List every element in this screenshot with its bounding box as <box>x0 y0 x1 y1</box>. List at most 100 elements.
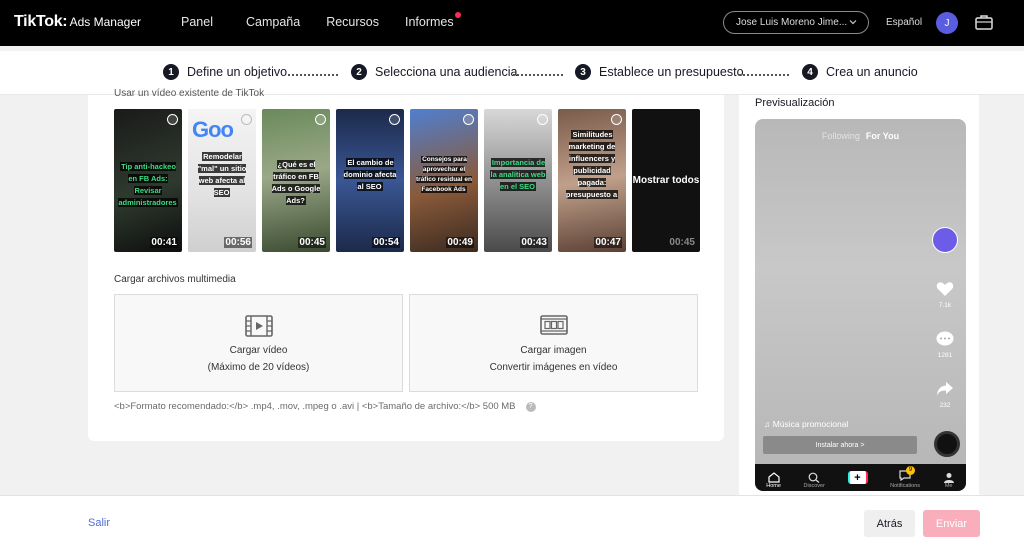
video-thumbnail[interactable]: ¿Qué es el tráfico en FB Ads o Google Ad… <box>262 109 330 252</box>
upload-image-label: Cargar imagen <box>520 345 587 356</box>
comment-button: 1281 <box>932 331 958 359</box>
account-name: Jose Luis Moreno Jime... <box>736 17 848 28</box>
upload-video-label: Cargar vídeo <box>229 345 288 356</box>
step-audience[interactable]: 2 Selecciona una audiencia <box>351 64 517 80</box>
tab-following: Following <box>821 131 860 141</box>
like-button: 7.1k <box>932 281 958 309</box>
nav-informes[interactable]: Informes <box>404 12 461 29</box>
select-radio[interactable] <box>537 114 548 125</box>
tab-notifications-label: Notifications <box>890 483 921 489</box>
music-disc-icon <box>934 431 960 457</box>
comment-count: 1281 <box>937 352 953 359</box>
video-thumbnail[interactable]: Importancia de la analítica web en el SE… <box>484 109 552 252</box>
phone-preview: Following For You 7.1k 1281 232 ♫ Música … <box>755 119 966 491</box>
thumbnail-caption: Similitudes marketing de influencers y p… <box>565 130 619 199</box>
step-number: 3 <box>575 64 591 80</box>
tab-create: + <box>847 471 868 489</box>
step-ad[interactable]: 4 Crea un anuncio <box>802 64 918 80</box>
select-radio[interactable] <box>167 114 178 125</box>
video-thumbnail[interactable]: Similitudes marketing de influencers y p… <box>558 109 626 252</box>
help-icon[interactable]: ? <box>525 401 536 412</box>
step-number: 2 <box>351 64 367 80</box>
search-icon <box>808 472 820 483</box>
like-count: 7.1k <box>938 302 952 309</box>
briefcase-icon[interactable] <box>974 12 994 32</box>
main-nav: Panel Campaña Recursos Informes <box>181 12 461 29</box>
thumbnail-caption: Tip anti-hackeo en FB Ads: Revisar admin… <box>118 162 178 207</box>
video-thumbnail[interactable]: Goo Remodelar "mal" un sitio web afecta … <box>188 109 256 252</box>
top-navbar: TikTok: Ads Manager Panel Campaña Recurs… <box>0 0 1024 46</box>
thumbnail-caption: Importancia de la analítica web en el SE… <box>490 158 546 191</box>
tab-home-label: Home <box>766 483 781 489</box>
upload-image-hint: Convertir imágenes en vídeo <box>489 362 618 373</box>
share-count: 232 <box>939 402 951 409</box>
media-card: Usar un vídeo existente de TikTok Tip an… <box>88 88 724 441</box>
upload-video-hint: (Máximo de 20 vídeos) <box>207 362 310 373</box>
thumbnail-caption: El cambio de dominio afecta al SEO <box>343 158 397 191</box>
select-radio[interactable] <box>611 114 622 125</box>
person-icon <box>943 473 954 483</box>
format-note-text: <b>Formato recomendado:</b> .mp4, .mov, … <box>114 401 516 412</box>
notification-badge: 9 <box>906 466 916 475</box>
step-number: 1 <box>163 64 179 80</box>
inbox-icon: 9 <box>899 466 916 483</box>
select-radio[interactable] <box>463 114 474 125</box>
step-budget[interactable]: 3 Establece un presupuesto <box>575 64 744 80</box>
show-all-label: Mostrar todos <box>632 175 700 186</box>
thumbnail-caption: Remodelar "mal" un sitio web afecta al S… <box>197 152 247 197</box>
step-label: Establece un presupuesto <box>599 65 744 79</box>
back-button[interactable]: Atrás <box>864 510 915 537</box>
install-cta: Instalar ahora > <box>763 436 917 454</box>
tiktok-logo[interactable]: TikTok: Ads Manager <box>14 13 141 31</box>
heart-icon <box>936 282 954 296</box>
brand-name: TikTok <box>14 13 63 30</box>
thumbnail-duration: 00:47 <box>594 237 622 248</box>
profile-avatar <box>932 227 958 253</box>
video-thumbnail[interactable]: Tip anti-hackeo en FB Ads: Revisar admin… <box>114 109 182 252</box>
step-objective[interactable]: 1 Define un objetivo <box>163 64 287 80</box>
product-name: Ads Manager <box>69 15 141 29</box>
preview-title: Previsualización <box>755 97 835 109</box>
nav-recursos[interactable]: Recursos <box>326 15 379 29</box>
preview-panel: Previsualización Following For You 7.1k 1… <box>739 95 979 495</box>
language-selector[interactable]: Español <box>886 17 922 28</box>
exit-link[interactable]: Salir <box>88 517 110 529</box>
step-label: Selecciona una audiencia <box>375 65 518 79</box>
thumbnail-duration: 00:45 <box>298 237 326 248</box>
comment-icon <box>936 331 954 346</box>
video-file-icon <box>244 315 273 337</box>
phone-tabbar: Home Discover + 9 Notifications Me <box>755 464 966 491</box>
nav-campana[interactable]: Campaña <box>246 15 300 29</box>
thumbnail-duration: 00:45 <box>669 237 695 248</box>
nav-informes-label: Informes <box>404 15 454 29</box>
select-radio[interactable] <box>389 114 400 125</box>
step-label: Crea un anuncio <box>826 65 918 79</box>
account-selector[interactable]: Jose Luis Moreno Jime... <box>723 11 869 34</box>
plus-icon: + <box>847 471 868 484</box>
share-button: 232 <box>932 381 958 409</box>
chevron-down-icon <box>849 20 857 25</box>
show-all-button[interactable]: Mostrar todos 00:45 <box>632 109 700 252</box>
footer-bar: Salir Atrás Enviar <box>0 495 1024 546</box>
image-strip-icon <box>539 315 568 335</box>
avatar[interactable]: J <box>936 12 958 34</box>
nav-panel[interactable]: Panel <box>181 15 213 29</box>
upload-video-button[interactable]: Cargar vídeo (Máximo de 20 vídeos) <box>114 294 403 392</box>
video-thumbnail[interactable]: Consejos para aprovechar el tráfico resi… <box>410 109 478 252</box>
thumbnail-duration: 00:41 <box>150 237 178 248</box>
notification-dot <box>454 12 461 18</box>
thumbnail-duration: 00:56 <box>224 237 252 248</box>
tab-me-label: Me <box>944 483 953 489</box>
select-radio[interactable] <box>241 114 252 125</box>
upload-section-title: Cargar archivos multimedia <box>114 274 236 285</box>
step-connector <box>739 74 789 76</box>
upload-image-button[interactable]: Cargar imagen Convertir imágenes en víde… <box>409 294 698 392</box>
submit-button[interactable]: Enviar <box>923 510 980 537</box>
step-number: 4 <box>802 64 818 80</box>
thumbnail-duration: 00:49 <box>446 237 474 248</box>
video-thumbnail[interactable]: El cambio de dominio afecta al SEO 00:54 <box>336 109 404 252</box>
step-label: Define un objetivo <box>187 65 288 79</box>
select-radio[interactable] <box>315 114 326 125</box>
share-icon <box>937 382 953 396</box>
thumbnail-caption: ¿Qué es el tráfico en FB Ads o Google Ad… <box>271 160 321 205</box>
